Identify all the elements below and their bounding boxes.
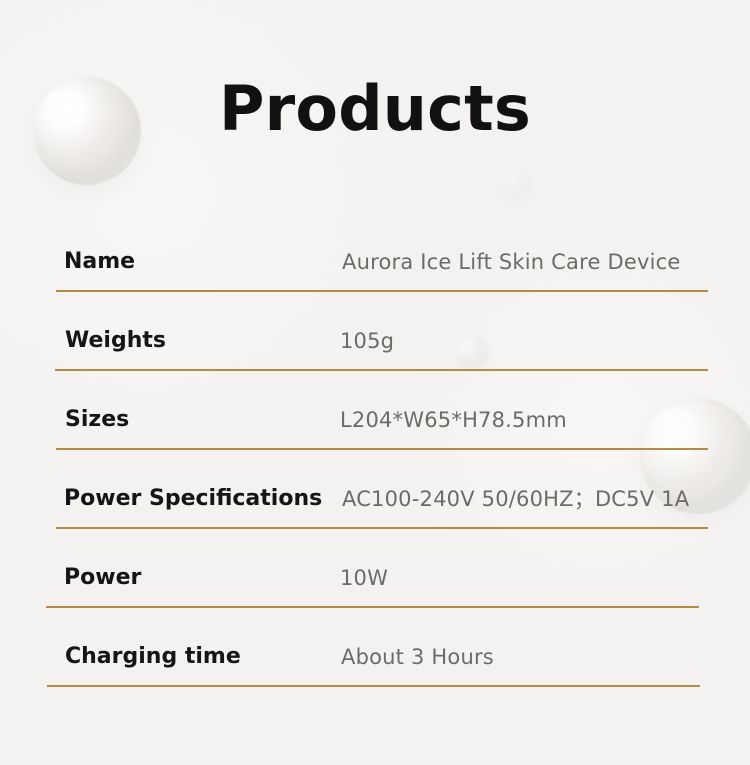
spec-value: 105g	[340, 329, 395, 353]
page-title: Products	[218, 72, 532, 145]
spec-label: Weights	[65, 328, 166, 353]
spec-divider	[47, 685, 700, 687]
spec-row-charging-time: Charging time About 3 Hours	[47, 607, 700, 687]
spec-row-name: Name Aurora Ice Lift Skin Care Device	[56, 212, 708, 292]
spec-value: L204*W65*H78.5mm	[340, 408, 567, 432]
spec-value: About 3 Hours	[341, 645, 494, 669]
spec-label: Power Specifications	[64, 486, 323, 511]
decorative-pearl	[501, 170, 531, 200]
product-spec-page: Products Name Aurora Ice Lift Skin Care …	[0, 0, 750, 765]
spec-label: Sizes	[65, 407, 130, 432]
spec-label: Power	[64, 565, 142, 590]
spec-value: 10W	[340, 566, 389, 590]
spec-row-weights: Weights 105g	[55, 291, 708, 371]
spec-row-power-specifications: Power Specifications AC100-240V 50/60HZ；…	[56, 449, 708, 529]
spec-label: Name	[64, 249, 136, 274]
spec-label: Charging time	[65, 644, 241, 669]
spec-row-power: Power 10W	[46, 528, 699, 608]
spec-value: Aurora Ice Lift Skin Care Device	[342, 250, 681, 274]
spec-value: AC100-240V 50/60HZ；DC5V 1A	[342, 487, 690, 511]
spec-row-sizes: Sizes L204*W65*H78.5mm	[56, 370, 708, 450]
